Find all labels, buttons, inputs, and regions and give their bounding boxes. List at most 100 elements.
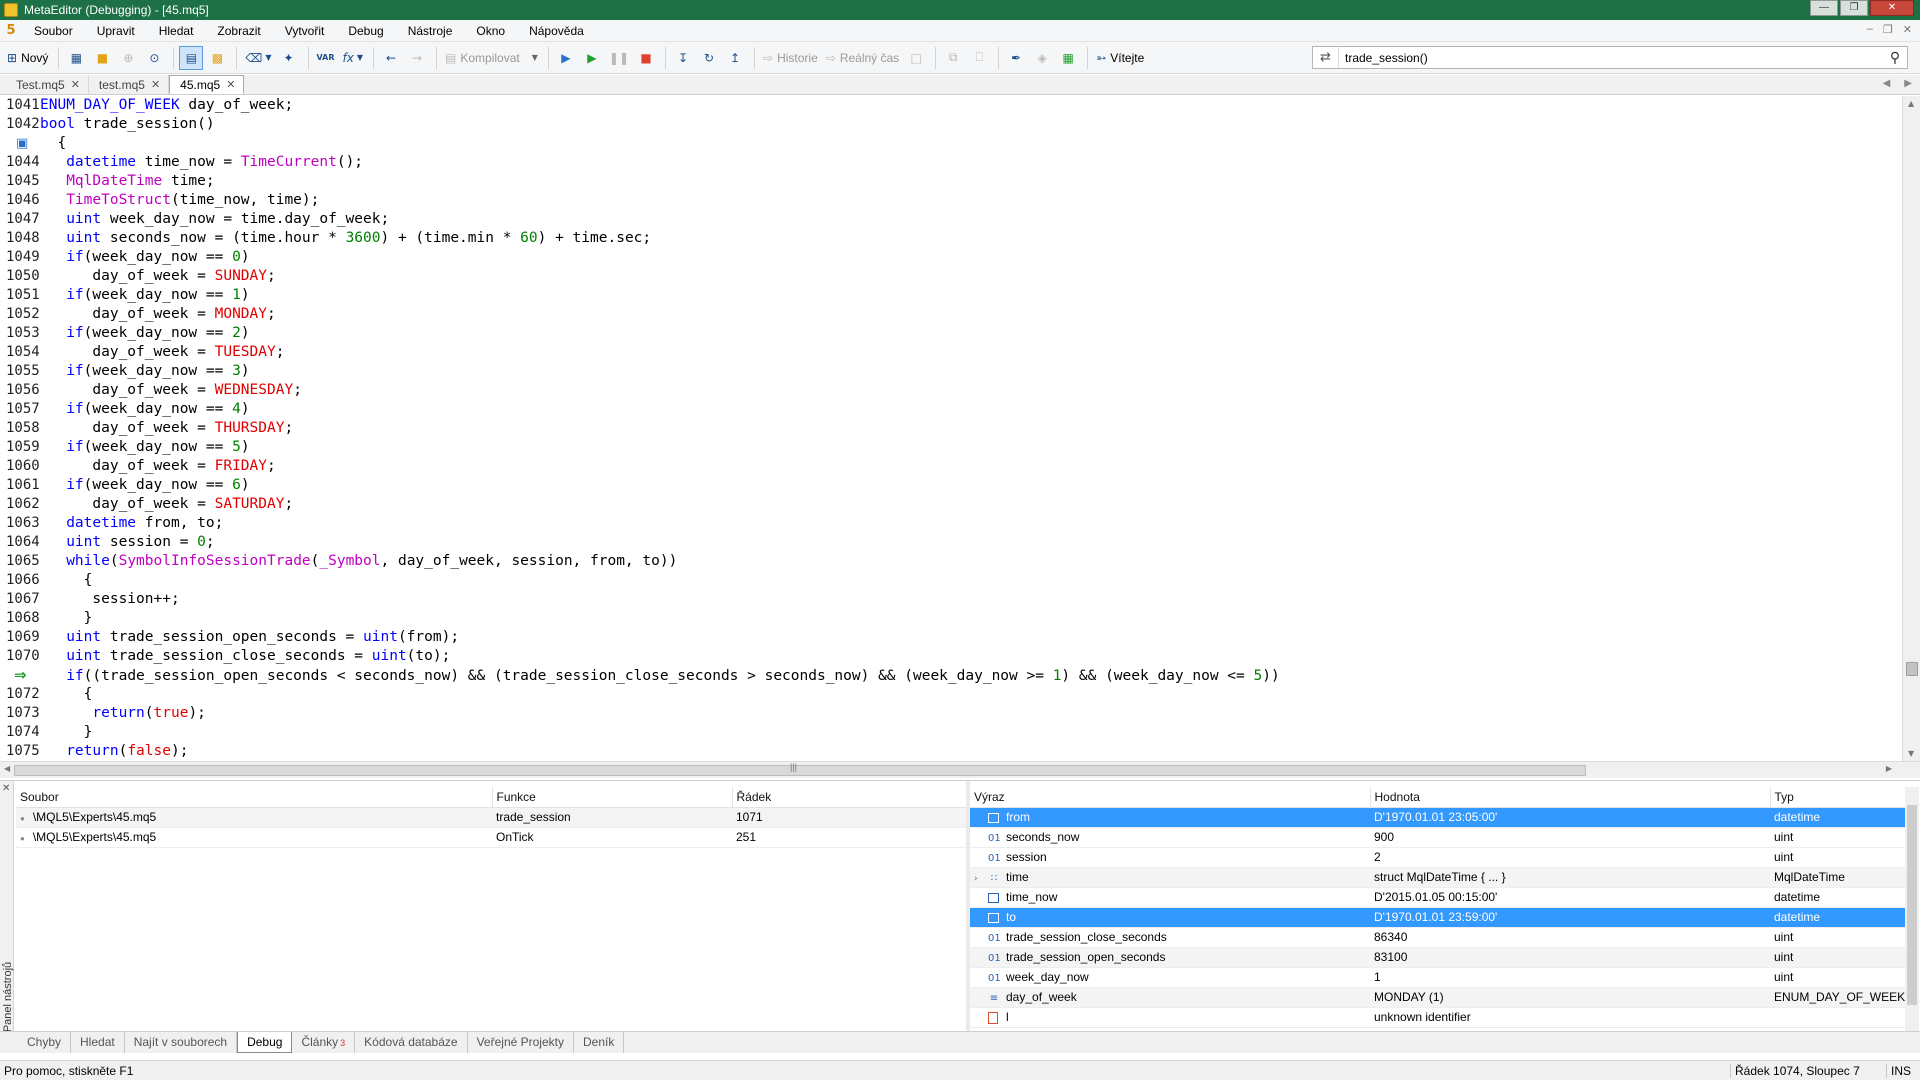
close-icon[interactable]: ✕ [1870,0,1914,16]
history-button[interactable]: ⇨ Historie [760,46,821,70]
table-row[interactable]: l unknown identifier [970,1007,1905,1028]
table-row[interactable]: to D'1970.01.01 23:59:00' datetime [970,907,1905,928]
chart-button[interactable]: ▦ [1056,46,1080,70]
mdi-close-icon[interactable]: ✕ [1903,23,1912,36]
restore-icon[interactable]: ❐ [1840,0,1868,16]
step-into-button[interactable]: ↧ [671,46,695,70]
menu-nastroje[interactable]: Nástroje [396,20,465,42]
step-out-button[interactable]: ↥ [723,46,747,70]
start-debug-button[interactable]: ▶ [554,46,578,70]
scroll-up-icon[interactable]: ▲ [1908,99,1914,108]
continue-button[interactable]: ▶ [580,46,604,70]
close-tab-icon[interactable]: ✕ [226,78,235,91]
save-button[interactable]: ⊕ [116,46,140,70]
code-line[interactable]: 1064 uint session = 0; [0,533,1902,552]
code-line[interactable]: 1042bool trade_session() [0,115,1902,134]
tab-test-lower[interactable]: test.mq5 ✕ [89,75,170,94]
terminal-button[interactable]: ✒ [1004,46,1028,70]
tab-scroll-left-icon[interactable]: ◀ [1883,78,1891,89]
code-line[interactable]: 1067 session++; [0,590,1902,609]
table-row[interactable]: ● \MQL5\Experts\45.mq5 OnTick 251 [16,827,966,848]
menu-upravit[interactable]: Upravit [85,20,147,42]
back-button[interactable]: ← [379,46,403,70]
code-line[interactable]: 1070 uint trade_session_close_seconds = … [0,647,1902,666]
code-line[interactable]: 1044 datetime time_now = TimeCurrent(); [0,153,1902,172]
scroll-right-icon[interactable]: ▶ [1886,764,1892,773]
open-folder-button[interactable]: ■ [90,46,114,70]
tab-test-upper[interactable]: Test.mq5 ✕ [6,75,89,94]
bottom-tab[interactable]: Hledat [71,1032,125,1053]
bottom-tab[interactable]: Najít v souborech [125,1032,238,1053]
table-row[interactable]: ● \MQL5\Experts\45.mq5 trade_session 1071 [16,807,966,828]
code-line[interactable]: 1053 if(week_day_now == 2) [0,324,1902,343]
table-row[interactable]: 01 week_day_now 1 uint [970,967,1905,988]
code-line[interactable]: 1075 return(false); [0,742,1902,761]
column-header-line[interactable]: Řádek [732,787,967,808]
close-tab-icon[interactable]: ✕ [151,78,160,91]
scrollbar-thumb[interactable] [1906,662,1918,676]
table-row[interactable]: ≡ day_of_week MONDAY (1) ENUM_DAY_OF_WEEK [970,987,1905,1008]
code-line[interactable]: 1068 } [0,609,1902,628]
styler-button[interactable]: ✦ [277,46,301,70]
close-panel-icon[interactable]: ✕ [2,783,10,794]
code-line[interactable]: 1056 day_of_week = WEDNESDAY; [0,381,1902,400]
watch-scrollbar[interactable] [1905,787,1919,1032]
search-input[interactable] [1339,47,1883,68]
code-line[interactable]: 1052 day_of_week = MONDAY; [0,305,1902,324]
welcome-button[interactable]: ➳ Vítejte [1093,46,1147,70]
code-line[interactable]: ▣ { [0,134,1902,153]
functions-button[interactable]: fx ▼ [340,46,366,70]
bottom-tab[interactable]: Debug [237,1032,293,1053]
bottom-tab[interactable]: Články 3 [292,1032,356,1053]
code-line[interactable]: 1049 if(week_day_now == 0) [0,248,1902,267]
editor-horizontal-scrollbar[interactable]: ◀ ||| ▶ [0,761,1920,778]
code-line[interactable]: 1066 { [0,571,1902,590]
column-header-type[interactable]: Typ [1770,787,1906,808]
menu-hledat[interactable]: Hledat [147,20,206,42]
code-line[interactable]: 1055 if(week_day_now == 3) [0,362,1902,381]
menu-debug[interactable]: Debug [336,20,395,42]
table-row[interactable]: 01 trade_session_close_seconds 86340 uint [970,927,1905,948]
menu-vytvorit[interactable]: Vytvořit [273,20,337,42]
toolbox-button[interactable]: ▩ [205,46,229,70]
code-editor[interactable]: 1041ENUM_DAY_OF_WEEK day_of_week; 1042boo… [0,96,1902,761]
table-row[interactable]: 01 seconds_now 900 uint [970,827,1905,848]
table-row[interactable]: 01 session 2 uint [970,847,1905,868]
code-line[interactable]: 1061 if(week_day_now == 6) [0,476,1902,495]
table-row[interactable]: › ∷ time struct MqlDateTime { ... } MqlDateT… [970,867,1905,888]
stop-button[interactable]: ■ [634,46,658,70]
code-line[interactable]: 1063 datetime from, to; [0,514,1902,533]
code-line[interactable]: 1073 return(true); [0,704,1902,723]
bottom-tab[interactable]: Chyby [18,1032,72,1053]
minimize-icon[interactable]: — [1810,0,1838,16]
column-header-value[interactable]: Hodnota [1370,787,1771,808]
bottom-tab[interactable]: Veřejné Projekty [468,1032,574,1053]
copy-button[interactable]: ⧉ [941,46,965,70]
table-row[interactable]: time_now D'2015.01.05 00:15:00' datetime [970,887,1905,908]
search-icon[interactable]: ⚲ [1883,50,1907,66]
pause-button[interactable]: ❚❚ [606,46,632,70]
new-button[interactable]: ⊞ Nový [4,46,51,70]
scroll-down-icon[interactable]: ▼ [1908,749,1914,758]
scrollbar-thumb[interactable] [1907,805,1917,1005]
tab-scroll-right-icon[interactable]: ▶ [1904,78,1912,89]
bottom-tab[interactable]: Deník [574,1032,625,1053]
editor-vertical-scrollbar[interactable]: ▲ ▼ [1902,96,1920,761]
variables-button[interactable]: VAR [314,46,338,70]
find-button[interactable]: ⎕ [967,46,991,70]
code-line[interactable]: 1072 { [0,685,1902,704]
step-over-button[interactable]: ↻ [697,46,721,70]
menu-napoveda[interactable]: Nápověda [517,20,596,42]
scrollbar-thumb[interactable] [14,765,1586,776]
compile-button[interactable]: ▤ Kompilovat ▼ [442,46,541,70]
forward-button[interactable]: → [405,46,429,70]
navigator-toggle-button[interactable]: ▤ [179,45,204,70]
tab-45[interactable]: 45.mq5 ✕ [169,75,245,94]
menu-zobrazit[interactable]: Zobrazit [205,20,272,42]
table-row[interactable]: from D'1970.01.01 23:05:00' datetime [970,807,1905,828]
paste-dropdown-button[interactable]: ⌫ ▼ [242,46,274,70]
code-line[interactable]: 1062 day_of_week = SATURDAY; [0,495,1902,514]
code-line[interactable]: 1057 if(week_day_now == 4) [0,400,1902,419]
code-line[interactable]: 1074 } [0,723,1902,742]
code-line[interactable]: 1046 TimeToStruct(time_now, time); [0,191,1902,210]
